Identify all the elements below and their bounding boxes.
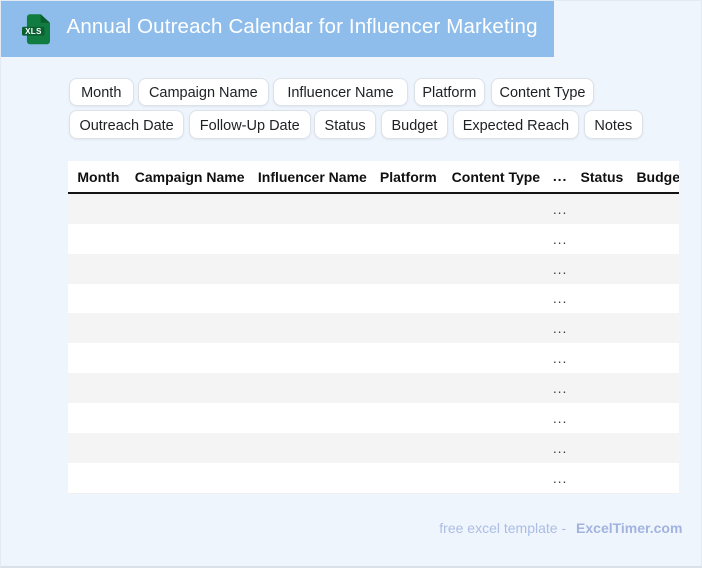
svg-text:XLS: XLS (25, 27, 42, 36)
